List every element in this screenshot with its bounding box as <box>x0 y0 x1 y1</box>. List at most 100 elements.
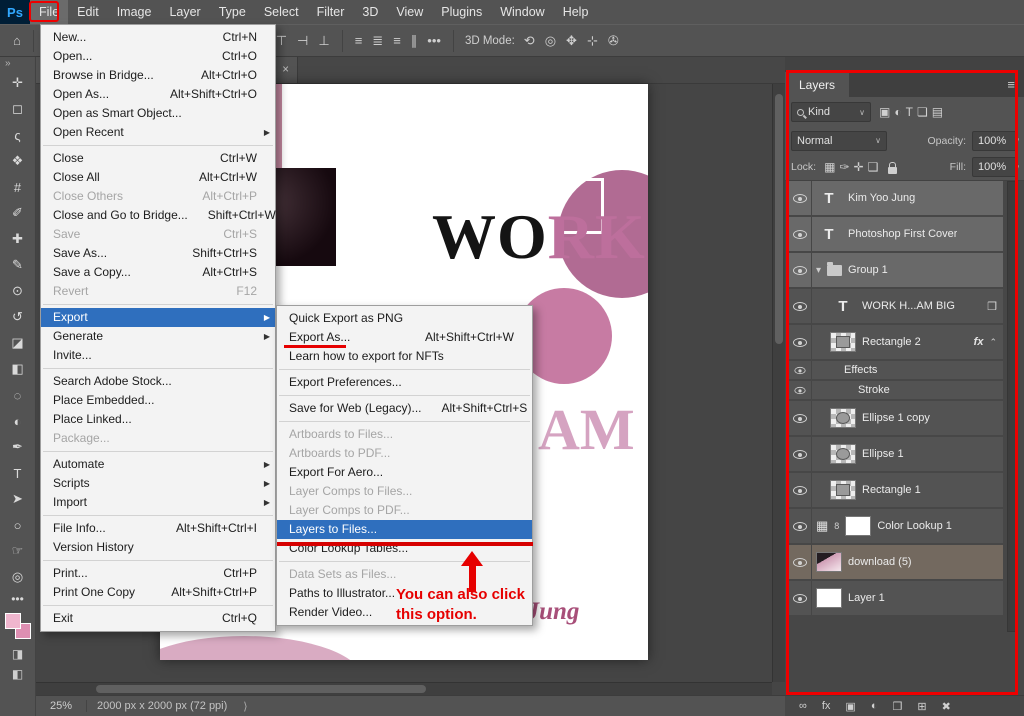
distribute-horizontal-icon[interactable]: ∥ <box>406 33 423 49</box>
brush-tool[interactable]: ✎ <box>0 252 36 278</box>
menubar-item-layer[interactable]: Layer <box>160 0 209 24</box>
distribute-bottom-icon[interactable]: ≡ <box>388 33 406 48</box>
menu-item-data-sets-as-files[interactable]: Data Sets as Files... <box>277 565 532 584</box>
menu-item-open-as[interactable]: Open As...Alt+Shift+Ctrl+O <box>41 85 275 104</box>
menu-item-layers-to-files[interactable]: Layers to Files... <box>277 520 532 539</box>
blur-tool[interactable]: ◌ <box>0 382 36 408</box>
menu-item-open[interactable]: Open...Ctrl+O <box>41 47 275 66</box>
menu-item-close[interactable]: CloseCtrl+W <box>41 149 275 168</box>
quick-mask-icon[interactable]: ◨ <box>12 644 23 664</box>
distribute-top-icon[interactable]: ≡ <box>350 33 368 48</box>
menu-item-place-linked[interactable]: Place Linked... <box>41 410 275 429</box>
align-right-icon[interactable]: ⊣ <box>292 33 313 49</box>
layer-thumbnail[interactable] <box>816 588 842 608</box>
layer-mask-thumbnail[interactable] <box>845 516 871 536</box>
zoom-tool[interactable]: ◎ <box>0 564 36 590</box>
layer-row-ellipse-1[interactable]: Ellipse 1 <box>788 437 1003 471</box>
dodge-tool[interactable]: ◐ <box>0 408 36 434</box>
menu-item-package[interactable]: Package... <box>41 429 275 448</box>
vertical-scrollbar-thumb[interactable] <box>775 94 783 344</box>
menu-item-scripts[interactable]: Scripts▶ <box>41 474 275 493</box>
menu-item-new[interactable]: New...Ctrl+N <box>41 28 275 47</box>
shape-layer-thumbnail[interactable] <box>830 444 856 464</box>
menu-item-learn-how-to-export-for-nfts[interactable]: Learn how to export for NFTs <box>277 347 532 366</box>
menubar-item-view[interactable]: View <box>387 0 432 24</box>
lock-transparency-icon[interactable]: ▦ <box>822 160 837 174</box>
menu-item-exit[interactable]: ExitCtrl+Q <box>41 609 275 628</box>
menubar-item-image[interactable]: Image <box>108 0 161 24</box>
menu-item-close-and-go-to-bridge[interactable]: Close and Go to Bridge...Shift+Ctrl+W <box>41 206 275 225</box>
menu-item-layer-comps-to-files[interactable]: Layer Comps to Files... <box>277 482 532 501</box>
visibility-toggle[interactable] <box>788 325 812 359</box>
layer-row-work-h-am-big[interactable]: TWORK H...AM BIG❒ <box>788 289 1003 323</box>
menubar-item-window[interactable]: Window <box>491 0 553 24</box>
new-layer-icon[interactable]: ⊞ <box>915 700 928 713</box>
visibility-toggle[interactable] <box>788 581 812 615</box>
visibility-toggle[interactable] <box>788 381 812 399</box>
menu-item-quick-export-as-png[interactable]: Quick Export as PNG <box>277 309 532 328</box>
layer-row-kim-yoo-jung[interactable]: TKim Yoo Jung <box>788 181 1003 215</box>
layers-scrollbar[interactable] <box>1007 181 1018 632</box>
layer-row-effects[interactable]: Effects <box>788 361 1003 379</box>
hand-tool[interactable]: ☞ <box>0 538 36 564</box>
filter-adjustment-layers-icon[interactable]: ◐ <box>892 105 903 119</box>
lock-position-icon[interactable]: ✛ <box>852 160 866 174</box>
marquee-tool[interactable]: ◻ <box>0 96 36 122</box>
panel-menu-icon[interactable]: ≡ <box>998 77 1024 97</box>
menu-item-save-a-copy[interactable]: Save a Copy...Alt+Ctrl+S <box>41 263 275 282</box>
fill-dropdown[interactable]: 100% ∨ <box>972 157 1018 177</box>
menu-item-export-preferences[interactable]: Export Preferences... <box>277 373 532 392</box>
filter-smart-objects-icon[interactable]: ▤ <box>930 105 945 119</box>
menubar-item-select[interactable]: Select <box>255 0 308 24</box>
lock-image-icon[interactable]: ✑ <box>837 160 851 174</box>
eraser-tool[interactable]: ◪ <box>0 330 36 356</box>
menu-item-render-video[interactable]: Render Video... <box>277 603 532 622</box>
text-layer-thumbnail[interactable]: T <box>816 224 842 244</box>
shape-layer-thumbnail[interactable] <box>830 480 856 500</box>
collapse-effects-icon[interactable]: ⌃ <box>989 337 997 348</box>
layer-effects-badge[interactable]: fx <box>974 336 984 348</box>
image-layer-thumbnail[interactable] <box>816 552 842 572</box>
visibility-toggle[interactable] <box>788 181 812 215</box>
chevron-down-icon[interactable]: ▾ <box>816 265 821 276</box>
filter-type-layers-icon[interactable]: T <box>904 105 915 119</box>
path-selection-tool[interactable]: ➤ <box>0 486 36 512</box>
menu-item-save[interactable]: SaveCtrl+S <box>41 225 275 244</box>
text-layer-thumbnail[interactable]: T <box>816 188 842 208</box>
link-layers-icon[interactable]: ∞ <box>797 700 809 712</box>
visibility-toggle[interactable] <box>788 437 812 471</box>
menubar-item-plugins[interactable]: Plugins <box>432 0 491 24</box>
quick-selection-tool[interactable]: ❖ <box>0 148 36 174</box>
menu-item-color-lookup-tables[interactable]: Color Lookup Tables... <box>277 539 532 558</box>
menu-item-generate[interactable]: Generate▶ <box>41 327 275 346</box>
menu-item-export[interactable]: Export▶ <box>41 308 275 327</box>
menu-item-save-for-web-legacy[interactable]: Save for Web (Legacy)...Alt+Shift+Ctrl+S <box>277 399 532 418</box>
crop-tool[interactable]: # <box>0 174 36 200</box>
menu-item-close-others[interactable]: Close OthersAlt+Ctrl+P <box>41 187 275 206</box>
lock-all-icon[interactable] <box>888 167 897 174</box>
menu-item-invite[interactable]: Invite... <box>41 346 275 365</box>
dolly-camera-icon[interactable]: ✇ <box>603 33 624 49</box>
slide-3d-icon[interactable]: ⊹ <box>582 33 603 49</box>
more-options-icon[interactable]: ••• <box>422 33 446 48</box>
close-tab-icon[interactable]: × <box>282 64 289 76</box>
menu-item-export-as[interactable]: Export As...Alt+Shift+Ctrl+W <box>277 328 532 347</box>
layer-row-ellipse-1-copy[interactable]: Ellipse 1 copy <box>788 401 1003 435</box>
visibility-toggle[interactable] <box>788 253 812 287</box>
delete-layer-icon[interactable]: ✖ <box>940 700 953 713</box>
menu-item-save-as[interactable]: Save As...Shift+Ctrl+S <box>41 244 275 263</box>
menu-item-artboards-to-pdf[interactable]: Artboards to PDF... <box>277 444 532 463</box>
text-layer-thumbnail[interactable]: T <box>830 296 856 316</box>
blend-mode-dropdown[interactable]: Normal ∨ <box>791 131 887 151</box>
menubar-item-file[interactable]: File <box>30 0 68 24</box>
shape-layer-thumbnail[interactable] <box>830 408 856 428</box>
eyedropper-tool[interactable]: ✐ <box>0 200 36 226</box>
opacity-dropdown[interactable]: 100% ∨ <box>972 131 1018 151</box>
layer-row-rectangle-2[interactable]: Rectangle 2fx⌃ <box>788 325 1003 359</box>
shape-tool[interactable]: ○ <box>0 512 36 538</box>
add-mask-icon[interactable]: ▣ <box>843 700 857 713</box>
layer-row-download-5[interactable]: download (5) <box>788 545 1003 579</box>
visibility-toggle[interactable] <box>788 545 812 579</box>
roll-3d-icon[interactable]: ◎ <box>540 33 561 49</box>
shape-layer-thumbnail[interactable] <box>830 332 856 352</box>
